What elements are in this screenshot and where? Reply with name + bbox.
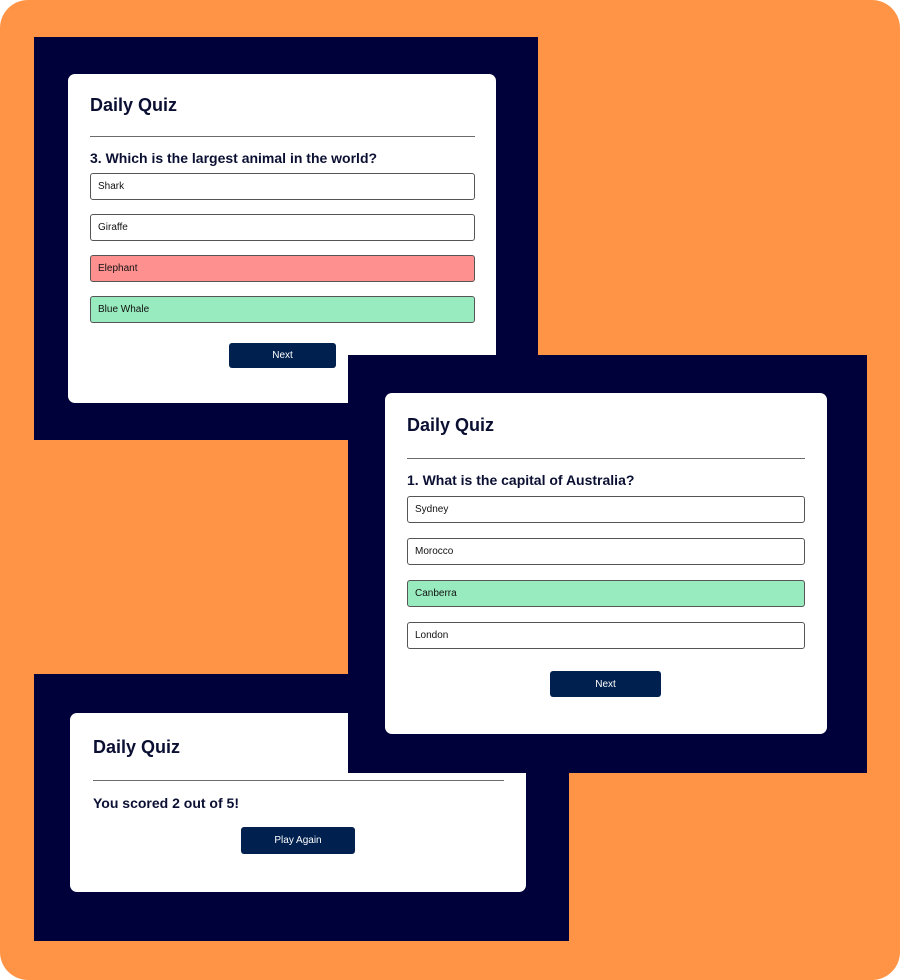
quiz-title: Daily Quiz <box>407 415 495 435</box>
answer-label: Morocco <box>415 546 454 557</box>
title-divider <box>90 136 475 137</box>
next-button[interactable]: Next <box>550 671 661 697</box>
answer-label: Giraffe <box>98 222 128 233</box>
answer-option-morocco[interactable]: Morocco <box>407 538 805 565</box>
play-again-button[interactable]: Play Again <box>241 827 355 854</box>
quiz-card-question-1: Daily Quiz 1. What is the capital of Aus… <box>385 393 827 734</box>
answer-option-giraffe[interactable]: Giraffe <box>90 214 475 241</box>
answer-label: Sydney <box>415 504 449 515</box>
answer-label: Elephant <box>98 263 138 274</box>
quiz-title: Daily Quiz <box>90 95 178 115</box>
question-text: 3. Which is the largest animal in the wo… <box>90 150 378 166</box>
answer-label: London <box>415 630 449 641</box>
question-text: 1. What is the capital of Australia? <box>407 472 635 488</box>
answer-option-blue-whale[interactable]: Blue Whale <box>90 296 475 323</box>
answer-label: Canberra <box>415 588 457 599</box>
answer-option-london[interactable]: London <box>407 622 805 649</box>
quiz-title: Daily Quiz <box>93 737 181 757</box>
answer-option-elephant[interactable]: Elephant <box>90 255 475 282</box>
answer-option-sydney[interactable]: Sydney <box>407 496 805 523</box>
answer-option-canberra[interactable]: Canberra <box>407 580 805 607</box>
quiz-card-question-3: Daily Quiz 3. Which is the largest anima… <box>68 74 496 403</box>
title-divider <box>93 780 504 781</box>
answer-label: Blue Whale <box>98 304 150 315</box>
score-text: You scored 2 out of 5! <box>93 795 239 811</box>
background-canvas: Daily Quiz 3. Which is the largest anima… <box>0 0 900 980</box>
answer-option-shark[interactable]: Shark <box>90 173 475 200</box>
answer-label: Shark <box>98 181 125 192</box>
title-divider <box>407 458 805 459</box>
next-button[interactable]: Next <box>229 343 336 368</box>
